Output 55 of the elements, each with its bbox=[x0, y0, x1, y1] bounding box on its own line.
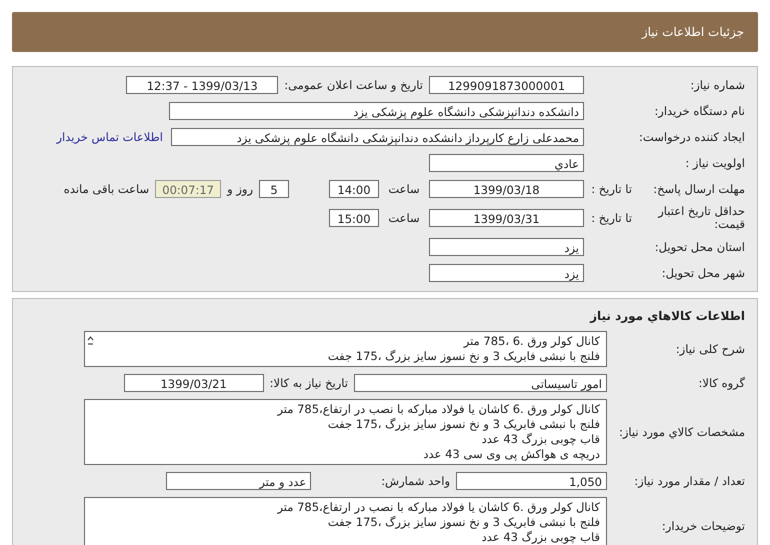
buyer-org-field: دانشکده دندانپزشکی دانشگاه علوم پزشکی یزد bbox=[169, 102, 584, 120]
text-line: کانال کولر ورق .6 کاشان یا فولاد مبارکه با نصب در ارتفاع،785 متر bbox=[276, 402, 600, 418]
remaining-time-field: 00:07:17 bbox=[155, 180, 222, 198]
field-label: شماره نیاز: bbox=[689, 78, 746, 92]
field-label: تا تاریخ : bbox=[590, 211, 632, 226]
summary-textarea[interactable]: کانال کولر ورق .6 ،785 متر فلنج با نبشی فابریک 3 و نخ نسوز سایز بزرگ ،175 جفت bbox=[84, 331, 607, 368]
city-field: یزد bbox=[429, 264, 584, 282]
header-title: جزئیات اطلاعات نیاز bbox=[642, 25, 744, 39]
text-line: فلنج با نبشی فابریک 3 و نخ نسوز سایز بزرگ ،175 جفت bbox=[328, 349, 600, 364]
goods-group-field: امور تاسیساتی bbox=[354, 374, 607, 392]
field-label: تا تاریخ : bbox=[590, 182, 632, 196]
field-label: ساعت bbox=[387, 182, 421, 196]
field-label: شرح کلی نیاز: bbox=[674, 342, 746, 356]
date-field: 1399/03/31 bbox=[429, 209, 584, 228]
field-label: شهر محل تحویل: bbox=[660, 266, 746, 280]
text-line: دریچه ی هواکش پی وی سی 43 عدد bbox=[422, 447, 600, 462]
time-field: 15:00 bbox=[329, 209, 379, 228]
field-label: مهلت ارسال پاسخ: bbox=[652, 182, 746, 196]
province-field: یزد bbox=[429, 238, 584, 256]
text-line: کانال کولر ورق .6 ،785 متر bbox=[462, 334, 600, 350]
priority-field: عادي bbox=[429, 154, 584, 172]
field-label: نام دستگاه خریدار: bbox=[653, 104, 746, 118]
notes-textarea[interactable]: کانال کولر ورق .6 کاشان یا فولاد مبارکه با نصب در ارتفاع،785 متر فلنج با نبشی فابریک 3 و نخ نسوز سایز بزرگ ،175 جفت قاب چوبی بزرگ 43 عدد bbox=[84, 497, 607, 545]
time-field: 14:00 bbox=[329, 180, 379, 198]
field-label: حداقل تاریخ اعتبار قیمت: bbox=[656, 205, 746, 232]
field-label: واحد شمارش: bbox=[381, 474, 450, 488]
field-label: توضیحات خریدار: bbox=[660, 519, 746, 534]
text-line: قاب چوبی بزرگ 43 عدد bbox=[480, 530, 600, 545]
field-label: گروه کالا: bbox=[698, 376, 746, 390]
field-label: مشخصات کالاي مورد نياز: bbox=[618, 425, 746, 440]
field-label: تاریخ نیاز به کالا: bbox=[270, 376, 348, 390]
section-title: اطلاعات کالاهاي مورد نياز bbox=[588, 308, 746, 326]
need-date-field: 1399/03/21 bbox=[124, 374, 264, 392]
field-label: تاریخ و ساعت اعلان عمومی: bbox=[284, 78, 423, 92]
field-label: ایجاد کننده درخواست: bbox=[638, 130, 746, 144]
field-label: ساعت bbox=[387, 211, 421, 226]
field-label: روز و bbox=[227, 182, 253, 196]
text-line: فلنج با نبشی فابریک 3 و نخ نسوز سایز بزرگ ،175 جفت bbox=[326, 417, 600, 432]
unit-field: عدد و متر bbox=[166, 472, 312, 490]
text-line: کانال کولر ورق .6 کاشان یا فولاد مبارکه با نصب در ارتفاع،785 متر bbox=[276, 500, 600, 516]
text-line: فلنج با نبشی فابریک 3 و نخ نسوز سایز بزرگ ،175 جفت bbox=[326, 515, 600, 530]
announce-date-field: 1399/03/13 - 12:37 bbox=[126, 76, 278, 94]
need-number-field: 1299091873000001 bbox=[429, 76, 584, 94]
text-line: قاب چوبی بزرگ 43 عدد bbox=[480, 432, 600, 448]
field-label: استان محل تحویل: bbox=[654, 240, 746, 254]
field-label: اولویت نیاز : bbox=[684, 156, 746, 170]
scroll-arrows-icon[interactable] bbox=[87, 336, 94, 346]
requester-field: محمدعلی زارع کارپرداز دانشکده دندانپزشکی دانشگاه علوم پزشکی یزد bbox=[171, 128, 584, 146]
specs-textarea[interactable]: کانال کولر ورق .6 کاشان یا فولاد مبارکه با نصب در ارتفاع،785 متر فلنج با نبشی فابریک 3 و نخ نسوز سایز بزرگ ،175 جفت قاب چوبی بزرگ 43 عدد دریچه ی هواکش پی وی سی 43 عدد bbox=[84, 399, 607, 466]
date-field: 1399/03/18 bbox=[429, 180, 584, 198]
days-field: 5 bbox=[259, 180, 289, 198]
field-label: تعداد / مقدار مورد نیاز: bbox=[633, 474, 746, 488]
field-label: ساعت باقی مانده bbox=[64, 182, 150, 196]
contact-link[interactable]: اطلاعات تماس خریدار bbox=[56, 130, 163, 144]
quantity-field: 1,050 bbox=[456, 472, 607, 490]
